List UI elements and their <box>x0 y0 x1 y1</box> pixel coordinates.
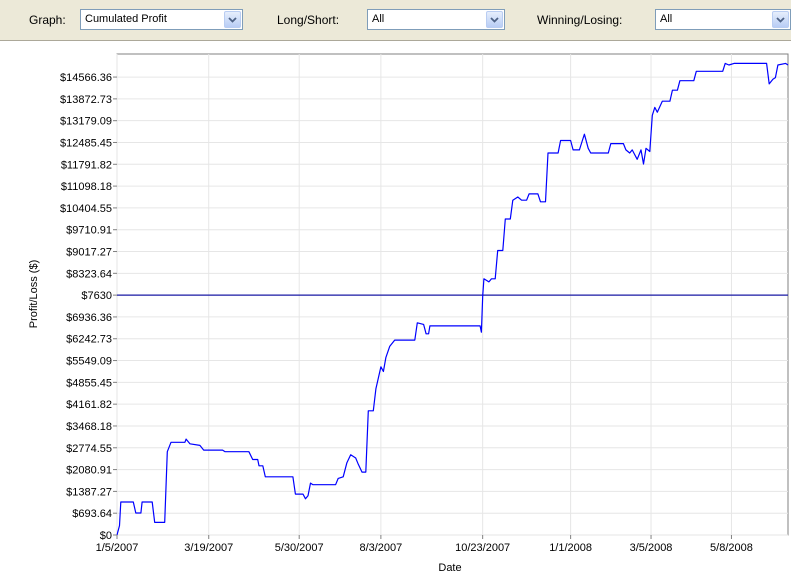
y-axis-label: Profit/Loss ($) <box>28 260 40 328</box>
y-tick-label: $4161.82 <box>66 399 112 411</box>
plot-area-border <box>116 53 789 536</box>
chart-grid <box>116 54 788 536</box>
chevron-down-icon[interactable] <box>486 11 503 28</box>
cumulated-profit-chart: $0 $693.64 $1387.27 $2080.91 $2774.55 $3468.1… <box>0 40 791 581</box>
y-tick-label: $0 <box>100 530 112 542</box>
y-tick-labels: $0 $693.64 $1387.27 $2080.91 $2774.55 $3468.1… <box>60 72 117 542</box>
x-tick-labels: 1/5/2007 3/19/2007 5/30/2007 8/3/2007 10/23/… <box>96 535 753 554</box>
x-tick-label: 3/19/2007 <box>184 542 233 554</box>
x-tick-label: 8/3/2007 <box>359 542 402 554</box>
y-tick-label: $3468.18 <box>66 421 112 433</box>
y-tick-label: $2080.91 <box>66 465 112 477</box>
y-tick-label: $6242.73 <box>66 334 112 346</box>
chevron-down-icon[interactable] <box>772 11 789 28</box>
y-tick-label: $6936.36 <box>66 312 112 324</box>
long-short-label: Long/Short: <box>277 13 340 27</box>
graph-type-label: Graph: <box>29 13 66 27</box>
x-tick-label: 5/30/2007 <box>275 542 324 554</box>
winning-losing-value: All <box>660 13 673 25</box>
y-tick-label: $4855.45 <box>66 377 112 389</box>
x-axis-label: Date <box>438 562 461 574</box>
x-tick-label: 1/1/2008 <box>549 542 592 554</box>
series-layer <box>116 62 789 536</box>
y-tick-label: $14566.36 <box>60 72 112 84</box>
chevron-down-icon[interactable] <box>224 11 241 28</box>
y-tick-label: $10404.55 <box>60 203 112 215</box>
y-tick-label: $13179.09 <box>60 116 112 128</box>
y-tick-label: $11791.82 <box>61 159 112 171</box>
y-tick-label: $7630 <box>81 290 112 302</box>
graph-type-value: Cumulated Profit <box>85 13 167 25</box>
long-short-value: All <box>372 13 385 25</box>
y-tick-label: $9017.27 <box>66 247 112 259</box>
y-tick-label: $13872.73 <box>60 94 112 106</box>
long-short-dropdown[interactable]: All <box>367 9 505 30</box>
winning-losing-dropdown[interactable]: All <box>655 9 791 30</box>
y-tick-label: $12485.45 <box>60 137 112 149</box>
x-tick-label: 10/23/2007 <box>455 542 510 554</box>
graph-type-dropdown[interactable]: Cumulated Profit <box>80 9 243 30</box>
y-tick-label: $9710.91 <box>66 225 112 237</box>
y-tick-label: $693.64 <box>72 508 112 520</box>
y-tick-label: $1387.27 <box>66 486 112 498</box>
y-tick-label: $8323.64 <box>66 268 112 280</box>
x-tick-label: 3/5/2008 <box>630 542 673 554</box>
graph-toolbar: Graph: Cumulated Profit Long/Short: All … <box>0 0 791 40</box>
y-tick-label: $11098.18 <box>61 181 112 193</box>
y-tick-label: $5549.09 <box>66 356 112 368</box>
y-tick-label: $2774.55 <box>66 443 112 455</box>
x-tick-label: 1/5/2007 <box>96 542 139 554</box>
x-tick-label: 5/8/2008 <box>710 542 753 554</box>
cumulated-profit-line <box>116 62 789 536</box>
chart-canvas: $0 $693.64 $1387.27 $2080.91 $2774.55 $3468.1… <box>28 53 789 574</box>
winning-losing-label: Winning/Losing: <box>537 13 623 27</box>
